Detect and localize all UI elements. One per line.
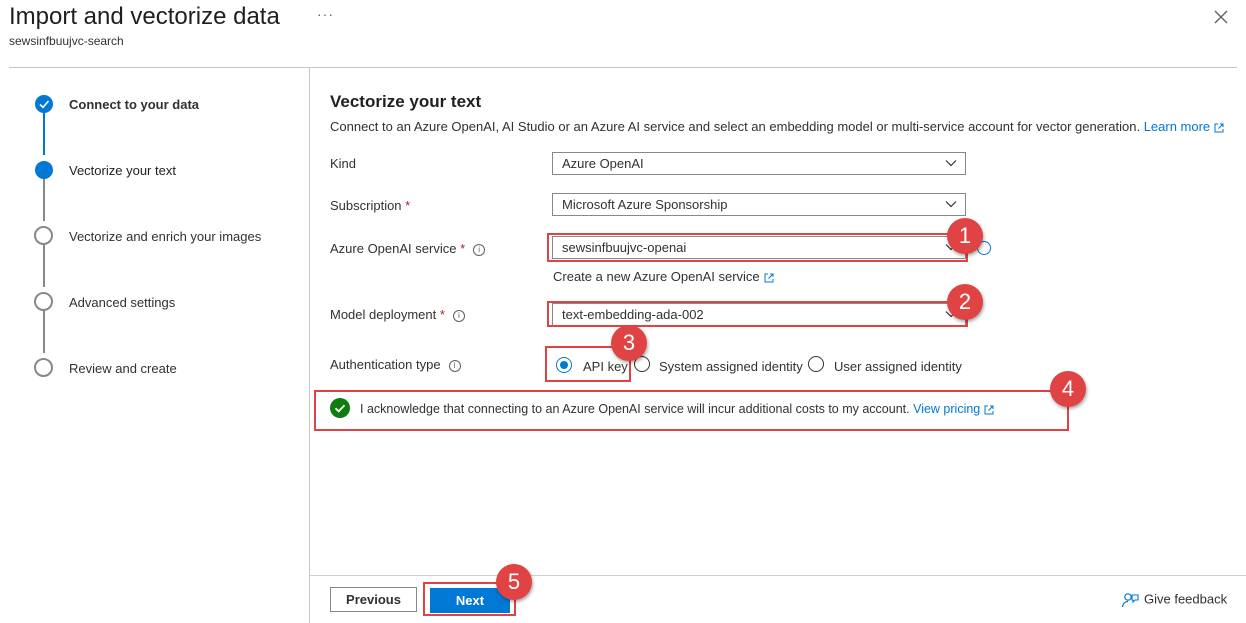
external-link-icon (984, 405, 994, 415)
callout-box-2 (547, 301, 968, 327)
model-label-text: Model deployment (330, 307, 437, 322)
acknowledge-text: I acknowledge that connecting to an Azur… (360, 402, 994, 416)
kind-dropdown[interactable]: Azure OpenAI (552, 152, 966, 175)
callout-box-1 (547, 233, 968, 262)
step-connector (43, 245, 45, 287)
chevron-down-icon (945, 201, 957, 208)
previous-button[interactable]: Previous (330, 587, 417, 612)
view-pricing-link[interactable]: View pricing (913, 402, 994, 416)
callout-badge-4: 4 (1050, 371, 1086, 407)
step-connector (43, 113, 45, 155)
more-options-button[interactable]: ··· (317, 6, 334, 22)
step-pending-icon (34, 358, 53, 377)
footer-divider (310, 575, 1246, 576)
callout-badge-2: 2 (947, 284, 983, 320)
kind-value: Azure OpenAI (562, 156, 644, 171)
subscription-label-text: Subscription (330, 198, 402, 213)
required-marker: * (460, 241, 466, 256)
page-title: Import and vectorize data (9, 3, 280, 30)
auth-user-identity-label[interactable]: User assigned identity (834, 359, 962, 374)
give-feedback-button[interactable]: Give feedback (1121, 591, 1227, 609)
section-title: Vectorize your text (330, 92, 482, 111)
external-link-icon (1214, 123, 1224, 133)
step-pending-icon (34, 292, 53, 311)
learn-more-link[interactable]: Learn more (1144, 119, 1224, 134)
auth-user-identity-radio[interactable] (808, 356, 824, 372)
model-label: Model deployment * i (330, 307, 465, 322)
chevron-down-icon (945, 160, 957, 167)
page-subtitle: sewsinfbuujvc-search (9, 34, 124, 48)
step-review-create[interactable]: Review and create (69, 361, 177, 376)
info-icon[interactable]: i (473, 243, 486, 256)
create-service-label: Create a new Azure OpenAI service (553, 269, 760, 284)
auth-label-text: Authentication type (330, 357, 441, 372)
info-icon[interactable]: i (452, 309, 465, 322)
learn-more-label: Learn more (1143, 119, 1211, 134)
auth-label: Authentication type i (330, 357, 461, 372)
step-pending-icon (34, 226, 53, 245)
kind-label: Kind (330, 156, 357, 171)
feedback-icon (1121, 593, 1139, 608)
required-marker: * (405, 198, 411, 213)
external-link-icon (764, 273, 774, 283)
give-feedback-label: Give feedback (1144, 591, 1228, 607)
callout-badge-1: 1 (947, 218, 983, 254)
sidebar-divider (309, 68, 310, 623)
service-label-text: Azure OpenAI service (330, 241, 457, 256)
subscription-dropdown[interactable]: Microsoft Azure Sponsorship (552, 193, 966, 216)
info-icon[interactable]: i (448, 359, 461, 372)
step-vectorize-images[interactable]: Vectorize and enrich your images (69, 229, 261, 244)
subscription-value: Microsoft Azure Sponsorship (562, 197, 728, 212)
auth-system-identity-label[interactable]: System assigned identity (659, 359, 803, 374)
step-connect-data[interactable]: Connect to your data (69, 97, 199, 112)
step-connector (43, 179, 45, 221)
step-vectorize-text[interactable]: Vectorize your text (69, 163, 176, 178)
subscription-label: Subscription * (330, 198, 410, 213)
close-icon[interactable] (1212, 8, 1230, 26)
section-description: Connect to an Azure OpenAI, AI Studio or… (330, 119, 1224, 134)
view-pricing-label: View pricing (913, 402, 981, 416)
step-completed-icon (35, 95, 53, 113)
callout-badge-3: 3 (611, 325, 647, 361)
step-advanced-settings[interactable]: Advanced settings (69, 295, 175, 310)
checkmark-icon (39, 100, 50, 109)
required-marker: * (439, 307, 445, 322)
create-service-link[interactable]: Create a new Azure OpenAI service (553, 269, 774, 284)
header-divider (9, 67, 1237, 68)
acknowledge-checkbox-icon[interactable] (330, 398, 350, 418)
step-connector (43, 311, 45, 353)
callout-badge-5: 5 (496, 564, 532, 600)
step-current-icon (35, 161, 53, 179)
acknowledge-label: I acknowledge that connecting to an Azur… (360, 402, 910, 416)
service-label: Azure OpenAI service * i (330, 241, 486, 256)
description-text: Connect to an Azure OpenAI, AI Studio or… (330, 119, 1141, 134)
